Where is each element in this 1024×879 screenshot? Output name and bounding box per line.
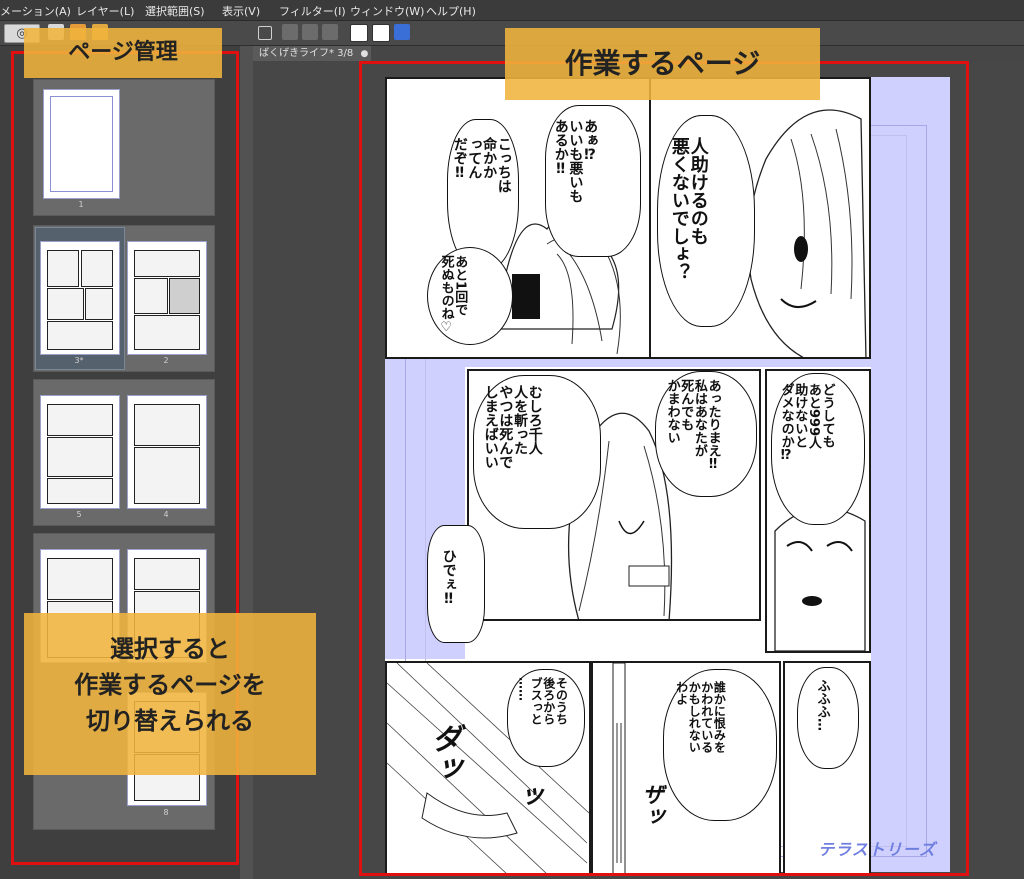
menubar: メーション(A) レイヤー(L) 選択範囲(S) 表示(V) フィルター(I) … [0, 0, 1024, 21]
document-tab[interactable]: ばくげきライフ* 3/8 ● [253, 46, 371, 61]
working-page-label: 作業するページ [505, 28, 820, 100]
tool-icon[interactable] [302, 24, 318, 40]
switch-page-hint: 選択すると 作業するページを 切り替えられる [24, 613, 316, 775]
menu-layer[interactable]: レイヤー(L) [76, 3, 134, 19]
menu-window[interactable]: ウィンドウ(W) [350, 3, 424, 19]
menu-filter[interactable]: フィルター(I) [279, 3, 346, 19]
working-page-highlight [359, 61, 969, 876]
ruler-icon[interactable] [350, 24, 368, 42]
snap-icon[interactable] [394, 24, 410, 40]
tab-close-icon[interactable]: ● [360, 47, 368, 62]
document-tab-label: ばくげきライフ* 3/8 [259, 48, 354, 59]
tool-icon[interactable] [322, 24, 338, 40]
hint-line: 切り替えられる [86, 707, 254, 735]
hint-line: 選択すると [110, 635, 230, 663]
transform-icon[interactable] [258, 26, 272, 40]
menu-animation[interactable]: メーション(A) [0, 3, 71, 19]
menu-selection[interactable]: 選択範囲(S) [145, 3, 205, 19]
tool-icon[interactable] [282, 24, 298, 40]
page-management-label: ページ管理 [24, 28, 222, 78]
menu-view[interactable]: 表示(V) [222, 3, 260, 19]
ruler-snap-icon[interactable] [372, 24, 390, 42]
menu-help[interactable]: ヘルプ(H) [426, 3, 476, 19]
hint-line: 作業するページを [74, 671, 266, 699]
